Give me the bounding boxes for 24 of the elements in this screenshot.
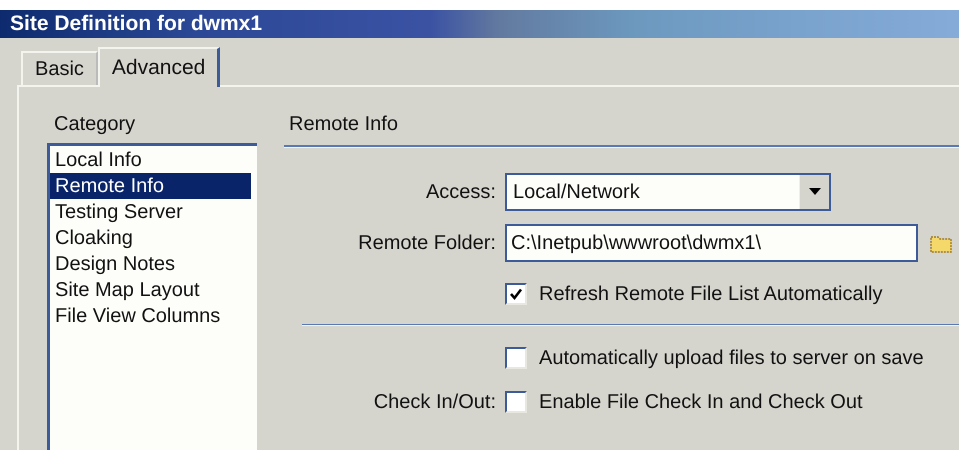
window-title: Site Definition for dwmx1 [10,11,262,38]
checkbox-label: Refresh Remote File List Automatically [539,282,882,307]
field-label: Access: [426,180,496,205]
checkbox-label: Enable File Check In and Check Out [539,390,863,415]
field-label: Remote Folder: [358,231,496,256]
checkbox-label: Automatically upload files to server on save [539,346,924,371]
access-dropdown[interactable]: Local/Network [505,173,831,211]
list-item[interactable]: Testing Server [50,199,251,225]
tab[interactable]: Advanced [98,47,220,87]
field-label: Check In/Out: [374,390,496,415]
checkbox[interactable] [505,347,527,369]
checkbox[interactable] [505,391,527,413]
list-item[interactable]: Design Notes [50,251,251,277]
checkbox[interactable] [505,283,527,305]
list-item[interactable]: Cloaking [50,225,251,251]
section-title: Remote Info [289,112,398,137]
list-item[interactable]: Site Map Layout [50,277,251,303]
list-item[interactable]: Local Info [50,147,251,173]
checkmark-icon [509,287,523,301]
list-item[interactable]: Remote Info [50,173,251,199]
list-heading: Category [54,112,136,137]
list-item[interactable]: File View Columns [50,303,251,329]
tab[interactable]: Basic [21,51,98,85]
remote-folder-field[interactable]: C:\Inetpub\wwwroot\dwmx1\ [505,224,918,262]
